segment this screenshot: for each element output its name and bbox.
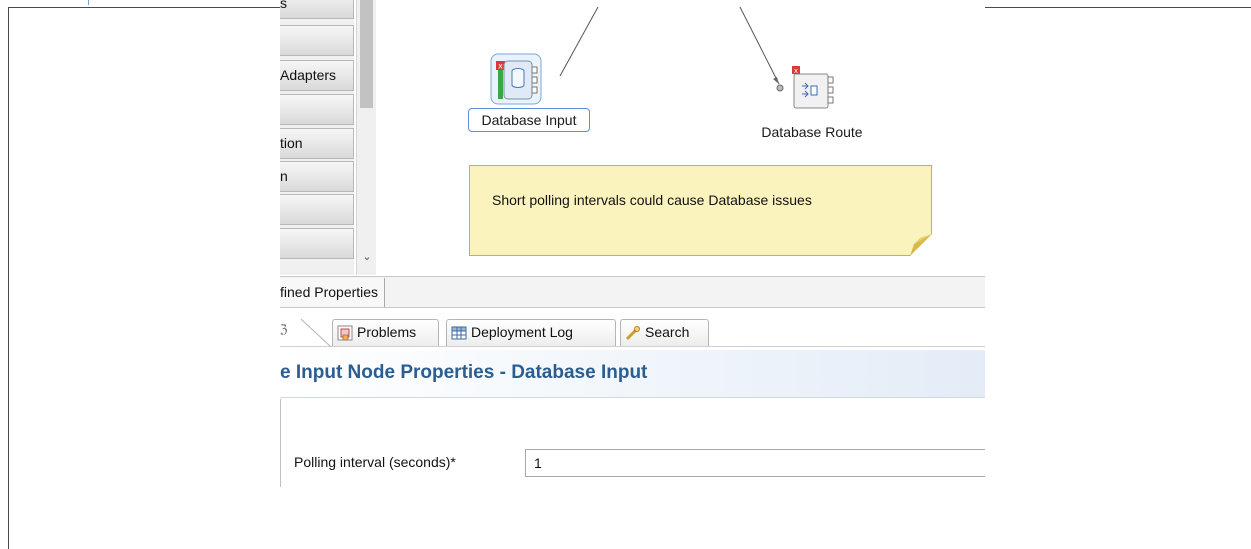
palette-drawer-adapters[interactable]: Adapters bbox=[280, 60, 354, 91]
tab-deployment-log[interactable]: Deployment Log bbox=[446, 319, 616, 346]
divider bbox=[280, 399, 281, 487]
palette-drawer-1[interactable]: s bbox=[280, 0, 354, 19]
database-route-node-label[interactable]: Database Route bbox=[752, 124, 872, 140]
note-fold-corner-icon bbox=[910, 234, 932, 256]
view-tab-bar: ℨ Problems Deployment Log Search bbox=[280, 311, 985, 347]
note-text: Short polling intervals could cause Data… bbox=[492, 192, 812, 208]
chevron-down-icon[interactable]: ⌄ bbox=[361, 250, 373, 264]
table-icon bbox=[451, 326, 467, 340]
polling-interval-label: Polling interval (seconds)* bbox=[294, 454, 456, 470]
tab-search[interactable]: Search bbox=[620, 319, 709, 346]
node-palette: s Adapters tion n bbox=[280, 0, 354, 275]
palette-drawer-6[interactable]: n bbox=[280, 161, 354, 192]
database-input-node-label[interactable]: Database Input bbox=[468, 108, 590, 132]
tab-user-defined-properties[interactable]: fined Properties bbox=[280, 278, 386, 307]
sticky-note[interactable]: Short polling intervals could cause Data… bbox=[469, 165, 932, 256]
properties-header: e Input Node Properties - Database Input bbox=[280, 350, 985, 398]
palette-scrollbar-thumb[interactable] bbox=[360, 0, 373, 108]
search-torch-icon bbox=[625, 325, 641, 341]
problems-icon bbox=[337, 325, 353, 341]
palette-scrollbar[interactable]: ⌄ bbox=[356, 0, 376, 275]
tab-problems[interactable]: Problems bbox=[332, 319, 439, 346]
tab-label: Problems bbox=[357, 324, 417, 340]
database-input-node-icon[interactable]: x bbox=[490, 53, 544, 107]
tab-label: Deployment Log bbox=[471, 324, 573, 340]
palette-drawer-2[interactable] bbox=[280, 25, 354, 56]
tab-label: fined Properties bbox=[280, 284, 379, 300]
polling-interval-field[interactable] bbox=[525, 449, 985, 477]
flow-canvas[interactable]: x Database Input x Database Route Short … bbox=[377, 7, 985, 275]
svg-text:x: x bbox=[794, 67, 798, 75]
properties-body: Polling interval (seconds)* bbox=[280, 399, 985, 487]
tab-separator bbox=[300, 318, 332, 347]
palette-drawer-label: Adapters bbox=[280, 67, 337, 83]
palette-drawer-5[interactable]: tion bbox=[280, 128, 354, 159]
palette-drawer-label: tion bbox=[280, 135, 303, 151]
database-route-node-icon[interactable]: x bbox=[772, 64, 842, 114]
top-edge-marker bbox=[88, 0, 89, 5]
editor-screenshot: s Adapters tion n ⌄ x Database Input x D… bbox=[280, 0, 985, 487]
palette-drawer-8[interactable] bbox=[280, 228, 354, 259]
palette-drawer-label: s bbox=[280, 0, 287, 11]
svg-text:x: x bbox=[498, 62, 503, 71]
page-title: e Input Node Properties - Database Input bbox=[280, 362, 648, 383]
properties-sub-tab-strip: fined Properties bbox=[280, 276, 985, 308]
palette-drawer-label: n bbox=[280, 168, 288, 184]
palette-drawer-4[interactable] bbox=[280, 94, 354, 125]
frame-left-border bbox=[8, 7, 9, 549]
tab-label: Search bbox=[645, 324, 690, 340]
close-icon[interactable]: ℨ bbox=[280, 322, 287, 336]
palette-drawer-7[interactable] bbox=[280, 194, 354, 225]
